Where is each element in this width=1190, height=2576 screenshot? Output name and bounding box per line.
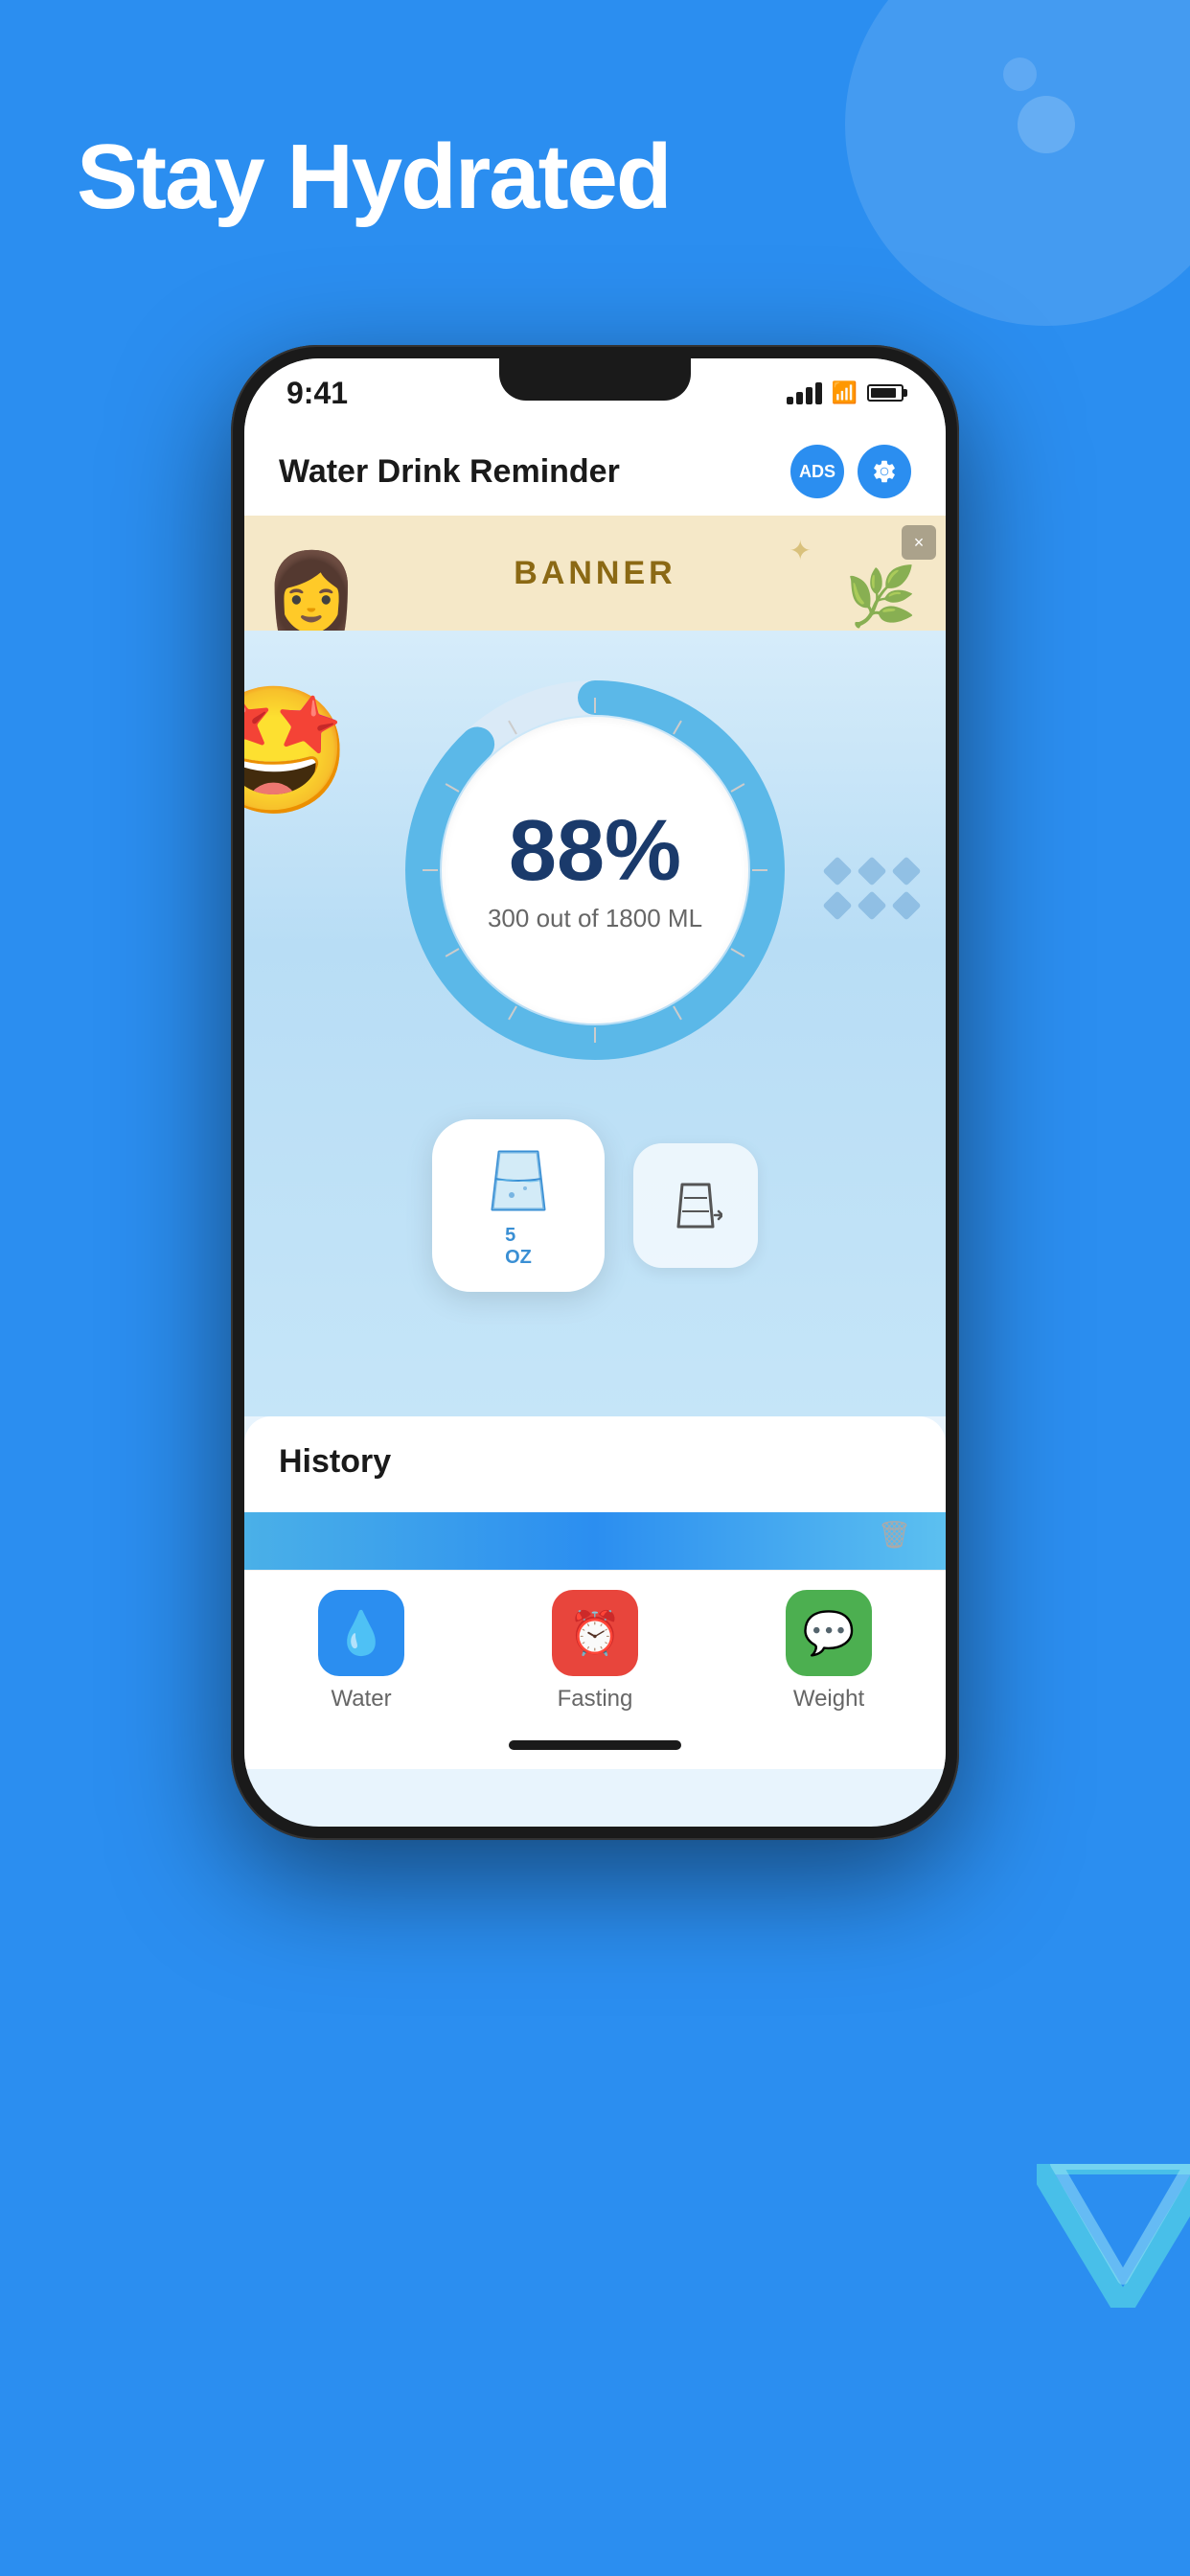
- tab-water-label: Water: [331, 1686, 391, 1713]
- glass-list-icon: [669, 1179, 722, 1232]
- status-time: 9:41: [286, 376, 348, 411]
- signal-bar-4: [815, 382, 822, 404]
- history-section: History 🗑: [244, 1416, 946, 1570]
- banner-girl-emoji: 👩: [263, 554, 359, 631]
- phone-inner: 9:41 📶 Water Drink Reminder: [244, 358, 946, 1827]
- phone-mockup: 9:41 📶 Water Drink Reminder: [231, 345, 959, 2338]
- v-shape-svg: [1037, 2164, 1190, 2308]
- diamond-4: [822, 890, 852, 920]
- diamond-6: [891, 890, 921, 920]
- diamond-5: [857, 890, 886, 920]
- tab-fasting-icon-wrap: ⏰: [552, 1590, 638, 1676]
- history-title: History: [279, 1443, 911, 1481]
- phone-outer: 9:41 📶 Water Drink Reminder: [231, 345, 959, 1840]
- weight-icon: 💬: [803, 1608, 856, 1658]
- water-glass-icon: [485, 1142, 552, 1219]
- diamond-decorations: [827, 861, 917, 916]
- drink-btn-label: 5OZ: [505, 1225, 532, 1269]
- tab-water-icon-wrap: 💧: [318, 1590, 404, 1676]
- status-icons: 📶: [787, 380, 904, 405]
- water-drop-icon: 💧: [335, 1608, 388, 1658]
- progress-inner-circle: 88% 300 out of 1800 ML: [442, 717, 748, 1024]
- tab-fasting[interactable]: ⏰ Fasting: [552, 1590, 638, 1713]
- phone-notch: [499, 358, 691, 401]
- banner-close-button[interactable]: ×: [902, 525, 936, 560]
- signal-bars-icon: [787, 382, 822, 404]
- progress-label: 300 out of 1800 ML: [488, 904, 702, 933]
- home-indicator: [509, 1740, 681, 1750]
- signal-bar-2: [796, 392, 803, 404]
- app-title: Water Drink Reminder: [279, 453, 620, 491]
- banner-cross-decoration: ✦: [790, 535, 812, 566]
- battery-icon: [867, 384, 904, 402]
- app-header: Water Drink Reminder ADS: [244, 427, 946, 516]
- diamond-2: [857, 856, 886, 886]
- v-triangle-decoration: [1037, 2164, 1190, 2308]
- page-title: Stay Hydrated: [77, 125, 671, 230]
- bg-circle-large: [845, 0, 1190, 326]
- tab-weight[interactable]: 💬 Weight: [786, 1590, 872, 1713]
- header-icons: ADS: [790, 445, 911, 498]
- banner-text: BANNER: [514, 555, 675, 592]
- banner-ad[interactable]: 👩 BANNER ✦ 🌿 ×: [244, 516, 946, 631]
- tab-fasting-label: Fasting: [558, 1686, 633, 1713]
- fasting-clock-icon: ⏰: [569, 1608, 622, 1658]
- main-content: 🤩: [244, 631, 946, 1416]
- history-wave: [244, 1512, 946, 1570]
- diamond-1: [822, 856, 852, 886]
- progress-percent: 88%: [509, 808, 681, 894]
- tab-bar: 💧 Water ⏰ Fasting 💬 Weight: [244, 1570, 946, 1723]
- secondary-drink-button[interactable]: [633, 1143, 758, 1268]
- tab-weight-label: Weight: [793, 1686, 864, 1713]
- drink-buttons: 5OZ: [432, 1119, 758, 1292]
- trash-icon[interactable]: 🗑: [877, 1519, 911, 1551]
- battery-fill: [871, 388, 896, 398]
- settings-icon: [871, 458, 898, 485]
- signal-bar-3: [806, 387, 812, 404]
- settings-button[interactable]: [858, 445, 911, 498]
- wifi-icon: 📶: [832, 380, 858, 405]
- diamond-3: [891, 856, 921, 886]
- progress-ring-container: 88% 300 out of 1800 ML: [394, 669, 796, 1071]
- primary-drink-button[interactable]: 5OZ: [432, 1119, 605, 1292]
- tab-weight-icon-wrap: 💬: [786, 1590, 872, 1676]
- tab-water[interactable]: 💧 Water: [318, 1590, 404, 1713]
- signal-bar-1: [787, 397, 793, 404]
- ads-button[interactable]: ADS: [790, 445, 844, 498]
- bg-circle-tiny: [1003, 58, 1037, 91]
- mascot-emoji: 🤩: [244, 688, 352, 813]
- banner-leaf: 🌿: [845, 563, 917, 631]
- bg-circle-small: [1018, 96, 1075, 153]
- home-indicator-wrap: [244, 1723, 946, 1769]
